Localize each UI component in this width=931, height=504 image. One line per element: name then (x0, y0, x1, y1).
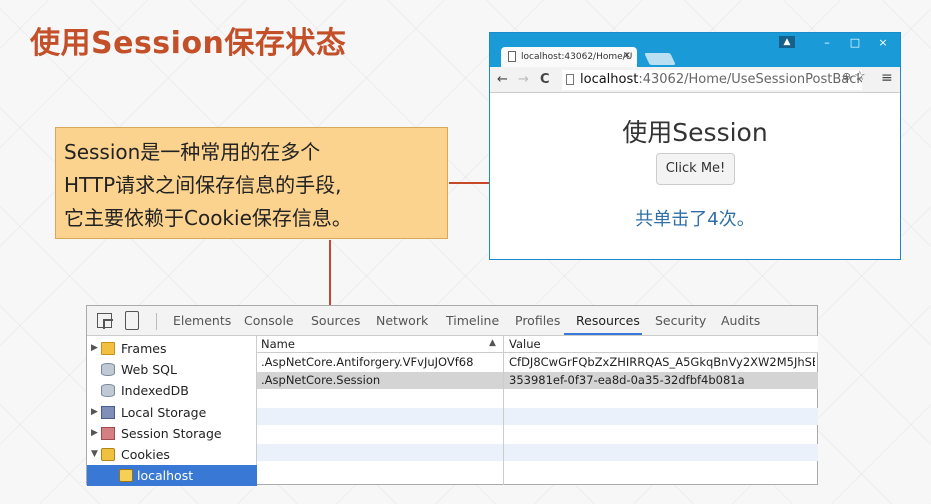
resources-sidebar: ▶ Frames Web SQL IndexedDB ▶ Local Stora… (87, 336, 257, 486)
sidebar-item-label: Frames (121, 341, 167, 356)
tab-security[interactable]: Security (655, 313, 706, 328)
database-icon (101, 363, 115, 376)
minimize-button[interactable]: – (817, 36, 837, 50)
callout-box: Session是一种常用的在多个 HTTP请求之间保存信息的手段, 它主要依赖于… (55, 127, 448, 239)
sidebar-item-session-storage[interactable]: ▶ Session Storage (87, 423, 257, 444)
empty-row (257, 390, 818, 407)
new-tab-button[interactable] (644, 53, 676, 65)
storage-grid-icon (101, 406, 115, 419)
sort-ascending-icon: ▲ (489, 338, 496, 348)
sidebar-item-localhost[interactable]: localhost (87, 465, 257, 486)
cookie-table: Name ▲ Value .AspNetCore.Antiforgery.VFv… (257, 336, 818, 485)
address-bar: ← → C localhost:43062/Home/UseSessionPos… (490, 67, 900, 93)
toolbar-divider (156, 313, 157, 330)
tab-timeline[interactable]: Timeline (446, 313, 499, 328)
empty-row (257, 444, 818, 461)
table-header: Name ▲ Value (257, 336, 818, 353)
back-icon[interactable]: ← (497, 72, 508, 87)
sidebar-item-web-sql[interactable]: Web SQL (87, 359, 257, 380)
sidebar-item-label: IndexedDB (121, 383, 189, 398)
folder-icon (101, 342, 115, 355)
table-row[interactable]: .AspNetCore.Session 353981ef-0f37-ea8d-0… (257, 372, 818, 389)
cookie-name: .AspNetCore.Antiforgery.VFvJuJOVf68 (261, 355, 474, 369)
table-row[interactable]: .AspNetCore.Antiforgery.VFvJuJOVf68 CfDJ… (257, 354, 818, 371)
browser-titlebar: localhost:43062/Home/U × ▲ – □ × (490, 33, 900, 67)
empty-row (257, 462, 818, 479)
tab-title: localhost:43062/Home/U (521, 52, 633, 62)
inspect-element-icon[interactable] (97, 313, 112, 328)
menu-icon[interactable]: ≡ (881, 70, 893, 86)
callout-line: 它主要依赖于Cookie保存信息。 (64, 206, 352, 230)
empty-row (257, 426, 818, 443)
sidebar-item-label: Local Storage (121, 405, 207, 420)
slide-title: 使用Session保存状态 (30, 26, 347, 61)
url-path: :43062/Home/UseSessionPostBack (638, 72, 862, 87)
browser-tab[interactable]: localhost:43062/Home/U × (501, 47, 637, 67)
sidebar-item-local-storage[interactable]: ▶ Local Storage (87, 402, 257, 423)
page-heading: 使用Session (622, 118, 768, 147)
column-divider[interactable] (503, 336, 504, 485)
expand-arrow-icon[interactable]: ▶ (91, 402, 98, 423)
close-button[interactable]: × (873, 36, 893, 50)
reload-icon[interactable]: C (540, 72, 550, 87)
zoom-icon[interactable]: ⊕ (842, 70, 851, 83)
database-icon (101, 384, 115, 397)
cookie-icon (119, 469, 133, 482)
sidebar-item-label: Cookies (121, 447, 170, 462)
cookie-value: CfDJ8CwGrFQbZxZHIRRQAS_A5GkqBnVy2XW2M5Jh… (509, 355, 815, 369)
url-field[interactable]: localhost:43062/Home/UseSessionPostBack (562, 70, 862, 90)
tab-resources[interactable]: Resources (576, 313, 640, 328)
sidebar-item-cookies[interactable]: ▼ Cookies (87, 444, 257, 465)
empty-row (257, 408, 818, 425)
page-icon (566, 74, 574, 85)
device-mode-icon[interactable] (125, 311, 139, 330)
tab-console[interactable]: Console (244, 313, 294, 328)
devtools-toolbar: Elements Console Sources Network Timelin… (87, 306, 817, 336)
cookie-value: 353981ef-0f37-ea8d-0a35-32dfbf4b081a (509, 373, 745, 387)
tab-close-icon[interactable]: × (623, 50, 631, 61)
sidebar-item-label: Session Storage (121, 426, 222, 441)
cookie-icon (101, 448, 115, 461)
user-icon[interactable]: ▲ (779, 36, 795, 48)
expand-arrow-icon[interactable]: ▶ (91, 423, 98, 444)
click-count-text: 共单击了4次。 (635, 209, 755, 230)
collapse-arrow-icon[interactable]: ▼ (91, 444, 98, 465)
browser-window: localhost:43062/Home/U × ▲ – □ × ← → C l… (489, 32, 901, 260)
sidebar-item-label: localhost (137, 468, 194, 483)
column-header-value[interactable]: Value (509, 336, 541, 353)
tab-elements[interactable]: Elements (173, 313, 231, 328)
tab-sources[interactable]: Sources (311, 313, 360, 328)
storage-grid-icon (101, 427, 115, 440)
column-header-name[interactable]: Name (261, 336, 295, 353)
tab-network[interactable]: Network (376, 313, 428, 328)
callout-line: HTTP请求之间保存信息的手段, (64, 173, 342, 197)
forward-icon[interactable]: → (518, 72, 529, 87)
tab-profiles[interactable]: Profiles (515, 313, 560, 328)
devtools-panel: Elements Console Sources Network Timelin… (86, 305, 818, 486)
cookie-name: .AspNetCore.Session (261, 373, 381, 387)
click-me-button[interactable]: Click Me! (656, 153, 735, 185)
maximize-button[interactable]: □ (845, 36, 865, 50)
page-icon (508, 51, 516, 62)
active-tab-indicator (564, 333, 642, 335)
sidebar-item-label: Web SQL (121, 362, 177, 377)
tab-audits[interactable]: Audits (721, 313, 760, 328)
star-icon[interactable]: ☆ (854, 69, 866, 84)
expand-arrow-icon[interactable]: ▶ (91, 338, 98, 359)
sidebar-item-indexeddb[interactable]: IndexedDB (87, 380, 257, 401)
url-host: localhost (580, 72, 639, 87)
sidebar-item-frames[interactable]: ▶ Frames (87, 338, 257, 359)
callout-line: Session是一种常用的在多个 (64, 140, 321, 164)
